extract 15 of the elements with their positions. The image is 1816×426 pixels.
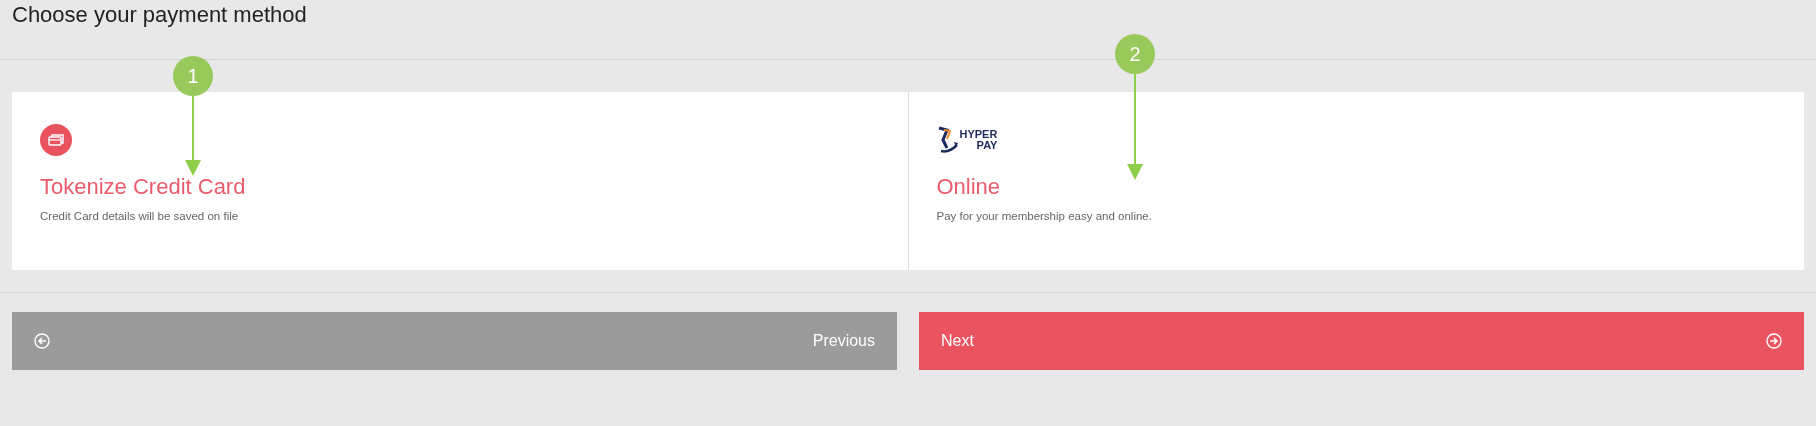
next-button[interactable]: Next [919,312,1804,370]
method-title: Tokenize Credit Card [40,174,247,200]
arrow-left-icon [34,333,50,349]
previous-button[interactable]: Previous [12,312,897,370]
method-title: Online [936,174,1002,200]
logo-icon [936,126,959,154]
logo-text: HYPER [959,129,998,140]
page-title: Choose your payment method [12,1,308,28]
logo-text: PAY [976,140,998,151]
method-description: Credit Card details will be saved on file [40,210,240,222]
arrow-right-icon [1766,333,1782,349]
method-description: Pay for your membership easy and online. [936,210,1153,222]
number-marker: 2 [1115,34,1155,74]
number-marker: 1 [173,56,213,96]
credit-card-icon [40,124,72,156]
